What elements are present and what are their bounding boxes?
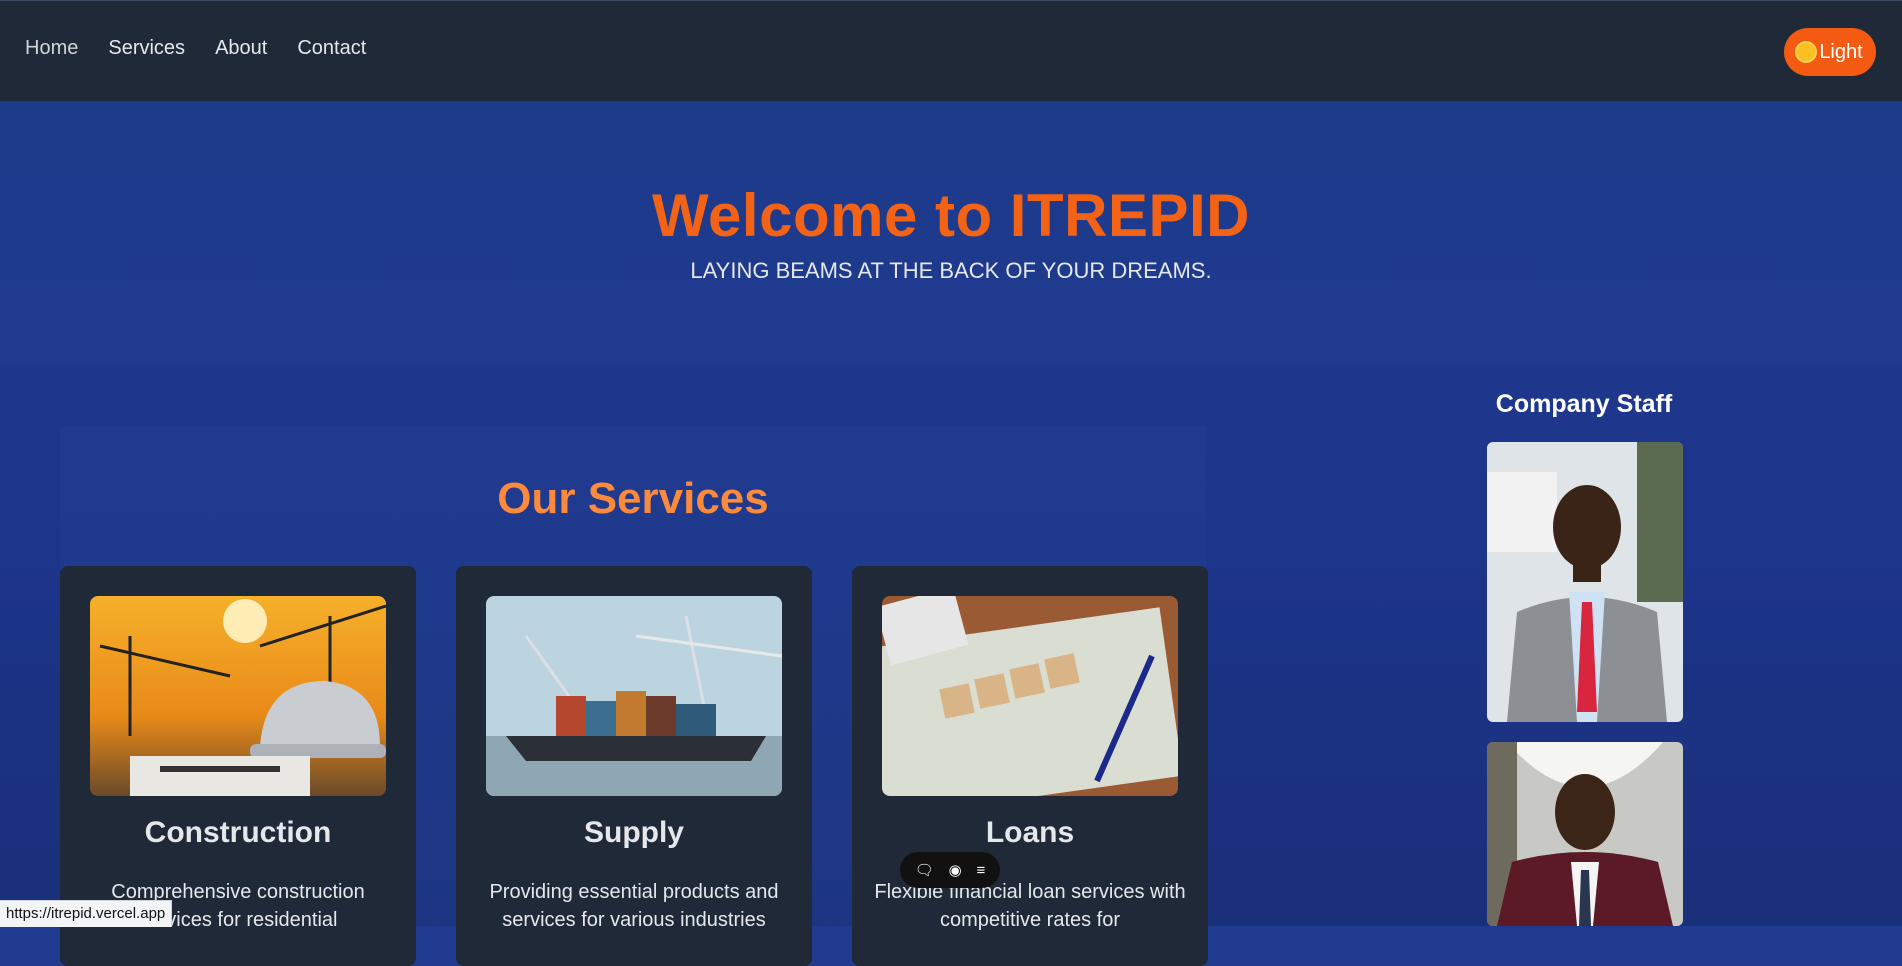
- service-title: Supply: [583, 816, 684, 849]
- staff-photo: [1487, 742, 1683, 926]
- top-navbar: Home Services About Contact Light: [0, 0, 1902, 101]
- hero-title: Welcome to ITREPID: [652, 182, 1250, 249]
- nav-link-services[interactable]: Services: [108, 37, 185, 60]
- service-card-loans[interactable]: Loans Flexible financial loan services w…: [852, 566, 1208, 966]
- loans-image: [882, 596, 1178, 796]
- theme-toggle-button[interactable]: Light: [1784, 28, 1876, 76]
- service-title: Loans: [985, 816, 1075, 849]
- supply-image: [486, 596, 782, 796]
- service-title: Construction: [144, 816, 332, 849]
- nav-link-contact[interactable]: Contact: [297, 37, 366, 60]
- nav-link-home[interactable]: Home: [25, 37, 78, 60]
- sun-icon: [1797, 43, 1816, 61]
- nav-link-about[interactable]: About: [215, 37, 267, 60]
- service-card-supply[interactable]: Supply Providing essential products and …: [456, 566, 812, 966]
- services-heading: Our Services: [497, 474, 769, 523]
- main-nav: Home Services About Contact: [25, 37, 366, 60]
- status-bar-url: https://itrepid.vercel.app: [0, 900, 173, 927]
- theme-toggle-label: Light: [1819, 40, 1863, 63]
- floating-toolbar: 🗨 ◉ ≡: [900, 852, 1000, 888]
- comment-icon[interactable]: 🗨: [915, 861, 934, 879]
- services-section: Our Services Construction Comprehensive …: [60, 426, 1208, 966]
- staff-photo: [1487, 442, 1683, 722]
- company-staff-heading: Company Staff: [1495, 390, 1673, 418]
- hero-tagline: LAYING BEAMS AT THE BACK OF YOUR DREAMS.: [690, 258, 1212, 283]
- hero-section: Welcome to ITREPID LAYING BEAMS AT THE B…: [0, 101, 1902, 365]
- menu-icon[interactable]: ≡: [976, 862, 985, 879]
- construction-image: [90, 596, 386, 796]
- eye-icon[interactable]: ◉: [949, 861, 962, 879]
